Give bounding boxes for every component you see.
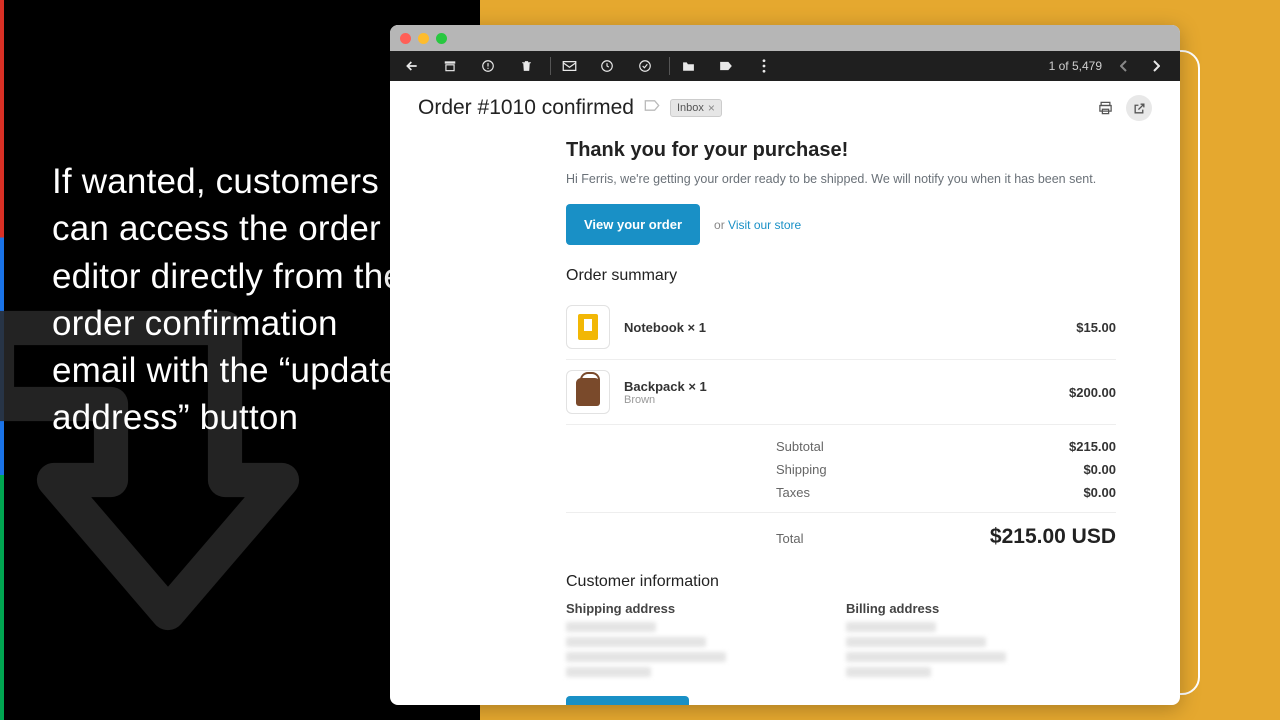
billing-address: Billing address — [846, 601, 1066, 682]
redacted-line — [846, 652, 1006, 662]
billing-address-heading: Billing address — [846, 601, 1066, 616]
close-icon[interactable] — [400, 33, 411, 44]
archive-icon[interactable] — [442, 58, 458, 74]
toolbar-separator — [669, 57, 670, 75]
prev-icon[interactable] — [1114, 56, 1134, 76]
subtotal-value: $215.00 — [1069, 439, 1116, 454]
update-address-button[interactable]: Update Address — [566, 696, 689, 705]
item-price: $200.00 — [1069, 385, 1116, 400]
message-count: 1 of 5,479 — [1049, 59, 1102, 73]
redacted-line — [846, 667, 931, 677]
subtotal-label: Subtotal — [776, 439, 824, 454]
back-icon[interactable] — [404, 58, 420, 74]
item-name: Notebook × 1 — [624, 320, 706, 335]
snooze-icon[interactable] — [599, 58, 615, 74]
redacted-line — [846, 622, 936, 632]
item-name: Backpack × 1 — [624, 379, 707, 394]
totals: Subtotal $215.00 Shipping $0.00 Taxes $0.00… — [566, 435, 1116, 549]
view-order-button[interactable]: View your order — [566, 204, 700, 245]
redacted-line — [846, 637, 986, 647]
email-body: Order #1010 confirmed Inbox× Thank you f… — [390, 81, 1180, 705]
task-icon[interactable] — [637, 58, 653, 74]
taxes-value: $0.00 — [1083, 485, 1116, 500]
or-text: or Visit our store — [714, 218, 801, 232]
email-toolbar: 1 of 5,479 — [390, 51, 1180, 81]
spam-icon[interactable] — [480, 58, 496, 74]
next-icon[interactable] — [1146, 56, 1166, 76]
redacted-line — [566, 637, 706, 647]
mark-unread-icon[interactable] — [561, 58, 577, 74]
print-icon[interactable] — [1092, 95, 1118, 121]
redacted-line — [566, 652, 726, 662]
visit-store-link[interactable]: Visit our store — [728, 218, 801, 232]
open-new-window-icon[interactable] — [1126, 95, 1152, 121]
window-titlebar — [390, 25, 1180, 51]
delete-icon[interactable] — [518, 58, 534, 74]
item-price: $15.00 — [1076, 320, 1116, 335]
item-thumbnail — [566, 370, 610, 414]
taxes-label: Taxes — [776, 485, 810, 500]
subject-row: Order #1010 confirmed Inbox× — [418, 95, 1152, 121]
more-icon[interactable] — [756, 58, 772, 74]
redacted-line — [566, 622, 656, 632]
thank-you-heading: Thank you for your purchase! — [566, 139, 1116, 162]
maximize-icon[interactable] — [436, 33, 447, 44]
toolbar-separator — [550, 57, 551, 75]
redacted-line — [566, 667, 651, 677]
item-variant: Brown — [624, 394, 707, 406]
customer-info: Customer information Shipping address Bi… — [566, 573, 1116, 705]
total-label: Total — [776, 531, 803, 546]
label-icon[interactable] — [718, 58, 734, 74]
shipping-address-heading: Shipping address — [566, 601, 786, 616]
order-summary-heading: Order summary — [566, 267, 1116, 285]
email-subject: Order #1010 confirmed — [418, 96, 634, 120]
remove-label-icon[interactable]: × — [708, 101, 715, 115]
shipping-value: $0.00 — [1083, 462, 1116, 477]
customer-info-heading: Customer information — [566, 573, 1116, 591]
move-icon[interactable] — [680, 58, 696, 74]
item-thumbnail — [566, 305, 610, 349]
email-window: 1 of 5,479 Order #1010 confirmed Inbox× … — [390, 25, 1180, 705]
total-value: $215.00 USD — [990, 525, 1116, 549]
order-item: Backpack × 1 Brown $200.00 — [566, 360, 1116, 425]
order-item: Notebook × 1 $15.00 — [566, 295, 1116, 360]
shipping-address: Shipping address — [566, 601, 786, 682]
caption-text: If wanted, customers can access the orde… — [52, 158, 412, 442]
minimize-icon[interactable] — [418, 33, 429, 44]
inbox-label[interactable]: Inbox× — [670, 99, 722, 117]
shipping-label: Shipping — [776, 462, 827, 477]
email-content: Thank you for your purchase! Hi Ferris, … — [566, 139, 1116, 705]
intro-text: Hi Ferris, we're getting your order read… — [566, 170, 1116, 188]
label-outline-icon[interactable] — [644, 99, 660, 117]
